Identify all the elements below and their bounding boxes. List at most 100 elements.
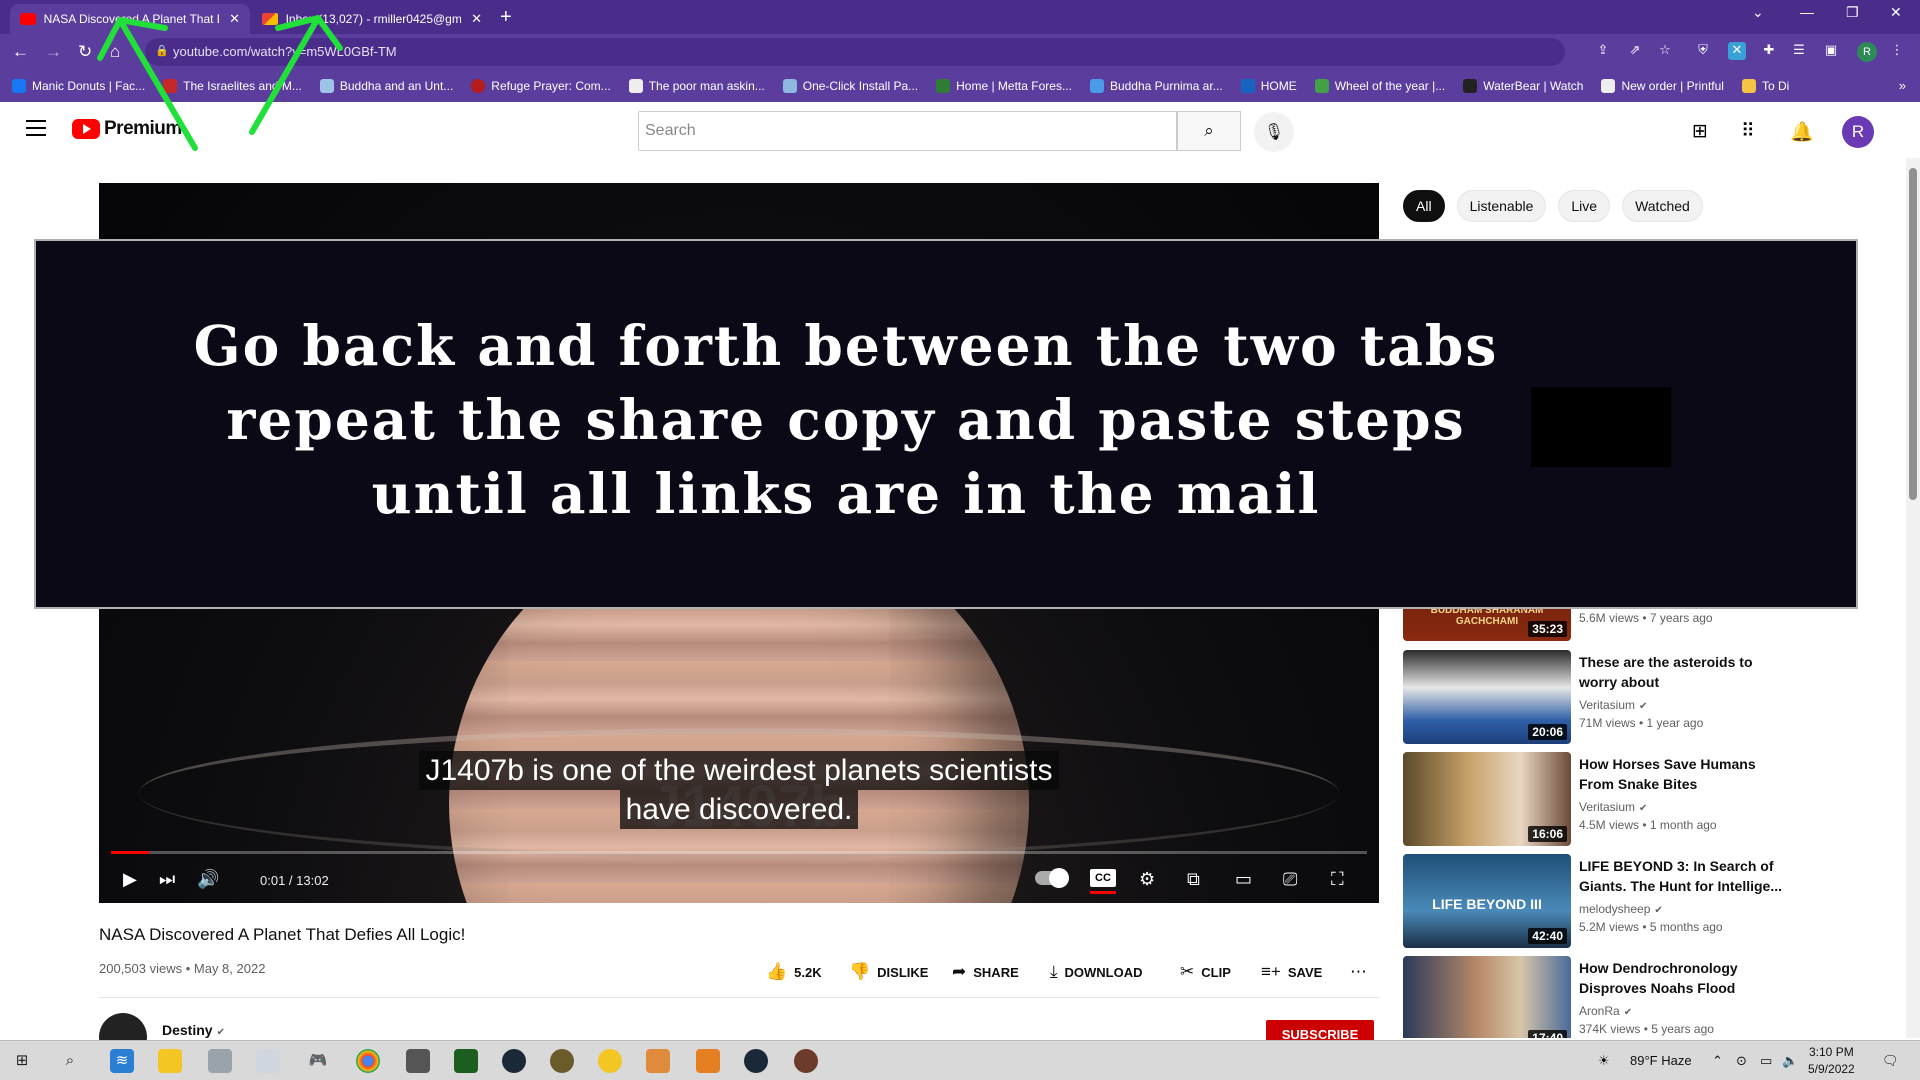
- steam-icon[interactable]: [502, 1049, 526, 1073]
- app-icon[interactable]: [696, 1049, 720, 1073]
- more-actions-button[interactable]: ⋯: [1350, 962, 1374, 982]
- fullscreen-icon[interactable]: ⛶: [1331, 869, 1344, 890]
- cast-icon[interactable]: ⎚: [1283, 869, 1297, 890]
- search-button[interactable]: ⌕: [1177, 111, 1241, 151]
- recommendation-meta: 5.2M views • 5 months ago: [1579, 920, 1723, 934]
- bookmark-item[interactable]: HOME: [1240, 79, 1297, 93]
- bookmark-item[interactable]: New order | Printful: [1601, 79, 1724, 93]
- page-scrollbar[interactable]: [1906, 158, 1920, 1038]
- tray-app-icon[interactable]: ⊙: [1736, 1053, 1747, 1069]
- chrome-menu-icon[interactable]: ⋮: [1888, 42, 1906, 60]
- network-icon[interactable]: ▭: [1760, 1053, 1772, 1069]
- chrome-icon[interactable]: [356, 1049, 380, 1073]
- tab-search-icon[interactable]: ⌄: [1752, 4, 1764, 21]
- voice-search-button[interactable]: 🎙: [1254, 112, 1294, 152]
- play-icon[interactable]: ▶: [123, 869, 137, 890]
- bookmark-item[interactable]: One-Click Install Pa...: [782, 79, 918, 93]
- shield-extension-icon[interactable]: ⛨: [1694, 42, 1712, 60]
- app-icon[interactable]: [794, 1049, 818, 1073]
- file-explorer-icon[interactable]: [158, 1049, 182, 1073]
- speaker-icon[interactable]: 🔈: [1782, 1053, 1798, 1069]
- chip-all[interactable]: All: [1403, 190, 1445, 222]
- bookmark-item[interactable]: The poor man askin...: [628, 79, 765, 93]
- app-icon[interactable]: [598, 1049, 622, 1073]
- captions-button[interactable]: CC: [1090, 869, 1116, 887]
- search-icon[interactable]: ⌕: [58, 1049, 82, 1073]
- account-avatar[interactable]: R: [1842, 116, 1874, 148]
- share-button[interactable]: ➦ SHARE: [952, 962, 1019, 982]
- like-button[interactable]: 👍 5.2K: [766, 962, 822, 982]
- video-thumbnail[interactable]: 16:06: [1403, 752, 1571, 846]
- video-thumbnail[interactable]: 17:40: [1403, 956, 1571, 1038]
- recommendation-channel[interactable]: Veritasium ✔: [1579, 800, 1647, 814]
- dislike-button[interactable]: 👎 DISLIKE: [849, 962, 928, 982]
- chip-live[interactable]: Live: [1558, 190, 1611, 222]
- channel-name[interactable]: Destiny ✔: [162, 1022, 225, 1038]
- clip-button[interactable]: ✂ CLIP: [1180, 962, 1231, 982]
- save-button[interactable]: ≡+ SAVE: [1261, 962, 1322, 982]
- minimize-icon[interactable]: —: [1800, 4, 1814, 20]
- bookmark-item[interactable]: Buddha Purnima ar...: [1089, 79, 1223, 93]
- steam-icon[interactable]: [744, 1049, 768, 1073]
- app-icon[interactable]: [550, 1049, 574, 1073]
- search-input[interactable]: Search: [638, 111, 1177, 151]
- recommendation-item[interactable]: 16:06 How Horses Save Humans From Snake …: [1403, 752, 1873, 846]
- recommendation-title[interactable]: How Dendrochronology Disproves Noahs Flo…: [1579, 958, 1789, 998]
- notifications-bell-icon[interactable]: 🔔: [1790, 120, 1814, 144]
- recommendation-channel[interactable]: AronRa ✔: [1579, 1004, 1632, 1018]
- chip-listenable[interactable]: Listenable: [1456, 190, 1547, 222]
- app-icon[interactable]: [256, 1049, 280, 1073]
- recommendation-title[interactable]: LIFE BEYOND 3: In Search of Giants. The …: [1579, 856, 1789, 896]
- close-window-icon[interactable]: ✕: [1890, 4, 1902, 21]
- volume-icon[interactable]: 🔊: [197, 869, 219, 890]
- notification-center-icon[interactable]: 🗨: [1882, 1053, 1899, 1069]
- game-controller-icon[interactable]: 🎮: [306, 1049, 330, 1073]
- app-icon[interactable]: [646, 1049, 670, 1073]
- chip-watched[interactable]: Watched: [1622, 190, 1703, 222]
- app-icon[interactable]: [406, 1049, 430, 1073]
- extension-icon[interactable]: ✕: [1728, 42, 1746, 60]
- bookmark-item[interactable]: Home | Metta Fores...: [936, 79, 1072, 93]
- video-thumbnail[interactable]: LIFE BEYOND III 42:40: [1403, 854, 1571, 948]
- recommendation-channel[interactable]: Veritasium ✔: [1579, 698, 1647, 712]
- bookmark-item[interactable]: Wheel of the year |...: [1314, 79, 1445, 93]
- download-button[interactable]: ⤓ DOWNLOAD: [1050, 962, 1143, 982]
- weather-text[interactable]: 89°F Haze: [1630, 1053, 1692, 1068]
- next-icon[interactable]: ⏭: [159, 869, 175, 890]
- create-video-icon[interactable]: ⊞: [1692, 120, 1708, 143]
- recommendation-title[interactable]: These are the asteroids to worry about: [1579, 652, 1789, 692]
- windows-start-icon[interactable]: ⊞: [10, 1049, 34, 1073]
- app-icon[interactable]: [208, 1049, 232, 1073]
- settings-gear-icon[interactable]: ⚙: [1139, 869, 1155, 890]
- recommendation-meta: 374K views • 5 years ago: [1579, 1022, 1714, 1036]
- video-thumbnail[interactable]: 20:06: [1403, 650, 1571, 744]
- side-panel-icon[interactable]: ▣: [1822, 42, 1840, 60]
- recommendation-item[interactable]: 20:06 These are the asteroids to worry a…: [1403, 650, 1873, 744]
- scrollbar-thumb[interactable]: [1909, 168, 1917, 500]
- browser-profile-avatar[interactable]: R: [1857, 42, 1877, 62]
- recommendation-channel[interactable]: melodysheep ✔: [1579, 902, 1663, 916]
- autoplay-toggle[interactable]: [1035, 868, 1069, 888]
- restore-icon[interactable]: ❐: [1846, 4, 1859, 21]
- app-icon[interactable]: ≋: [110, 1049, 134, 1073]
- bookmark-star-icon[interactable]: ☆: [1656, 42, 1674, 60]
- app-icon[interactable]: [454, 1049, 478, 1073]
- recommendation-title[interactable]: How Horses Save Humans From Snake Bites: [1579, 754, 1789, 794]
- recommendation-item[interactable]: LIFE BEYOND III 42:40 LIFE BEYOND 3: In …: [1403, 854, 1873, 948]
- apps-grid-icon[interactable]: ⠿: [1741, 120, 1755, 143]
- share-page-icon[interactable]: ⇗: [1626, 42, 1644, 60]
- tray-overflow-icon[interactable]: ⌃: [1712, 1053, 1723, 1069]
- bookmark-folder[interactable]: To Di: [1741, 79, 1789, 93]
- bookmark-item[interactable]: WaterBear | Watch: [1463, 79, 1583, 93]
- system-clock[interactable]: 3:10 PM 5/9/2022: [1808, 1044, 1855, 1078]
- miniplayer-icon[interactable]: ⧉: [1187, 869, 1200, 890]
- theater-mode-icon[interactable]: ▭: [1235, 869, 1252, 890]
- new-tab-icon[interactable]: +: [500, 6, 512, 29]
- reading-list-icon[interactable]: ☰: [1790, 42, 1808, 60]
- more-bookmarks-icon[interactable]: »: [1899, 78, 1906, 93]
- bookmark-favicon-icon: [1601, 79, 1616, 93]
- puzzle-extensions-icon[interactable]: ✚: [1760, 42, 1778, 60]
- install-app-icon[interactable]: ⇪: [1594, 42, 1612, 60]
- progress-bar[interactable]: [111, 851, 1367, 854]
- recommendation-item[interactable]: 17:40 How Dendrochronology Disproves Noa…: [1403, 956, 1873, 1038]
